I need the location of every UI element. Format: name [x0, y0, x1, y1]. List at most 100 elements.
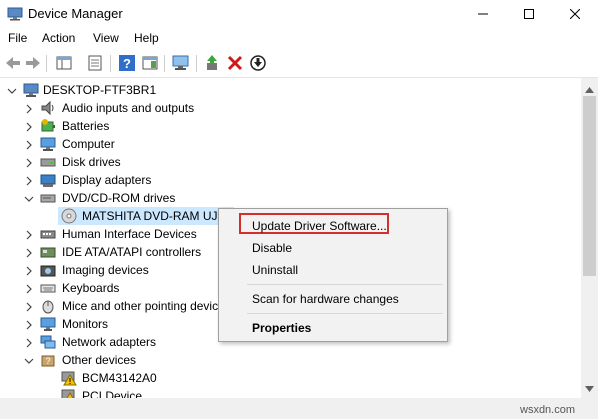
menu-action[interactable]: Action [42, 31, 75, 45]
tree-item-label: Audio inputs and outputs [62, 101, 195, 115]
tree-item-label: Network adapters [62, 335, 157, 349]
toolbar: ? [0, 50, 598, 78]
tree-item-label: Monitors [62, 317, 109, 331]
tree-item-batteries[interactable]: Batteries [0, 117, 300, 135]
context-menu: Update Driver Software... Disable Uninst… [218, 208, 448, 342]
tree-item-label: Other devices [62, 353, 137, 367]
menu-help[interactable]: Help [134, 31, 159, 45]
help-icon[interactable]: ? [118, 54, 136, 72]
tree-item-label: Disk drives [62, 155, 121, 169]
monitor-icon [40, 316, 56, 332]
maximize-button[interactable] [506, 0, 552, 28]
disable-device-icon[interactable] [249, 54, 267, 72]
chevron-down-icon[interactable] [24, 193, 34, 203]
tree-item-label: Computer [62, 137, 115, 151]
toolbar-separator [46, 55, 47, 72]
chevron-right-icon[interactable] [24, 265, 34, 276]
speaker-icon [40, 100, 56, 116]
chevron-right-icon[interactable] [24, 247, 34, 258]
chevron-right-icon[interactable] [24, 337, 34, 348]
svg-text:?: ? [45, 356, 50, 366]
camera-icon [40, 262, 56, 278]
tree-item-dvd-drives[interactable]: DVD/CD-ROM drives [0, 189, 300, 207]
disk-drive-icon [40, 154, 56, 170]
tree-item-disk-drives[interactable]: Disk drives [0, 153, 300, 171]
properties-icon[interactable] [86, 54, 104, 72]
tree-item-computer[interactable]: Computer [0, 135, 300, 153]
ide-controller-icon [40, 244, 56, 260]
menu-update-driver-software[interactable]: Update Driver Software... [252, 219, 387, 233]
tree-item-label: Human Interface Devices [62, 227, 197, 241]
uninstall-x-icon[interactable] [226, 54, 244, 72]
warning-device-icon [61, 370, 77, 386]
chevron-right-icon[interactable] [24, 229, 34, 240]
dvd-drive-icon [40, 190, 56, 206]
toolbar-separator [196, 55, 197, 72]
chevron-right-icon[interactable] [24, 139, 34, 150]
menu-bar: File Action View Help [0, 28, 598, 50]
tree-item-audio[interactable]: Audio inputs and outputs [0, 99, 300, 117]
tree-item-label: BCM43142A0 [82, 371, 157, 385]
menu-view[interactable]: View [93, 31, 119, 45]
tree-item-label: DVD/CD-ROM drives [62, 191, 176, 205]
watermark: wsxdn.com [520, 404, 576, 416]
battery-icon [40, 118, 56, 134]
other-devices-icon: ? [40, 352, 56, 368]
svg-text:?: ? [123, 56, 131, 71]
show-hide-console-tree-icon[interactable] [55, 54, 73, 72]
menu-scan-hardware-changes[interactable]: Scan for hardware changes [252, 292, 399, 306]
minimize-button[interactable] [460, 0, 506, 28]
menu-separator [247, 313, 443, 314]
chevron-right-icon[interactable] [24, 121, 34, 132]
menu-disable[interactable]: Disable [252, 241, 292, 255]
hid-icon [40, 226, 56, 242]
forward-arrow-icon[interactable] [24, 54, 42, 72]
back-arrow-icon[interactable] [4, 54, 22, 72]
tree-item-label: Keyboards [62, 281, 120, 295]
scroll-down-arrow-icon[interactable] [585, 381, 594, 395]
chevron-right-icon[interactable] [24, 319, 34, 330]
display-adapter-icon [40, 172, 56, 188]
menu-file[interactable]: File [8, 31, 27, 45]
chevron-right-icon[interactable] [24, 175, 34, 186]
warning-device-icon [61, 388, 77, 398]
chevron-right-icon[interactable] [24, 103, 34, 114]
monitor-scan-icon[interactable] [172, 54, 190, 72]
mouse-icon [40, 298, 56, 314]
menu-properties[interactable]: Properties [252, 321, 311, 335]
keyboard-icon [40, 280, 56, 296]
vertical-scroll-thumb[interactable] [583, 96, 596, 276]
computer-icon [40, 136, 56, 152]
chevron-right-icon[interactable] [24, 301, 34, 312]
tree-item-label: IDE ATA/ATAPI controllers [62, 245, 202, 259]
device-manager-icon [7, 7, 23, 21]
close-button[interactable] [552, 0, 598, 28]
tree-item-label: Display adapters [62, 173, 152, 187]
tree-item-pci-device[interactable]: PCI Device [0, 387, 300, 398]
tree-item-label: PCI Device [82, 389, 143, 398]
scroll-up-arrow-icon[interactable] [585, 82, 594, 96]
tree-item-other-devices[interactable]: ? Other devices [0, 351, 300, 369]
chevron-right-icon[interactable] [24, 283, 34, 294]
tree-item-label: Mice and other pointing devic [62, 299, 219, 313]
network-icon [40, 334, 56, 350]
menu-uninstall[interactable]: Uninstall [252, 263, 298, 277]
toolbar-separator [110, 55, 111, 72]
chevron-right-icon[interactable] [24, 157, 34, 168]
tree-root-label: DESKTOP-FTF3BR1 [43, 83, 157, 97]
toolbar-separator [164, 55, 165, 72]
chevron-down-icon[interactable] [7, 85, 17, 95]
chevron-down-icon[interactable] [24, 355, 34, 365]
horizontal-scrollbar[interactable] [0, 398, 598, 419]
window-title: Device Manager [28, 6, 123, 21]
menu-separator [247, 284, 443, 285]
action-pane-icon[interactable] [141, 54, 159, 72]
update-driver-icon[interactable] [204, 54, 222, 72]
disc-icon [61, 208, 77, 224]
tree-item-display-adapters[interactable]: Display adapters [0, 171, 300, 189]
title-bar: Device Manager [0, 0, 598, 28]
tree-root[interactable]: DESKTOP-FTF3BR1 [0, 81, 300, 99]
tree-item-bcm43142a0[interactable]: BCM43142A0 [0, 369, 300, 387]
tree-item-label: MATSHITA DVD-RAM UJ8 [82, 209, 225, 223]
tree-item-label: Imaging devices [62, 263, 149, 277]
